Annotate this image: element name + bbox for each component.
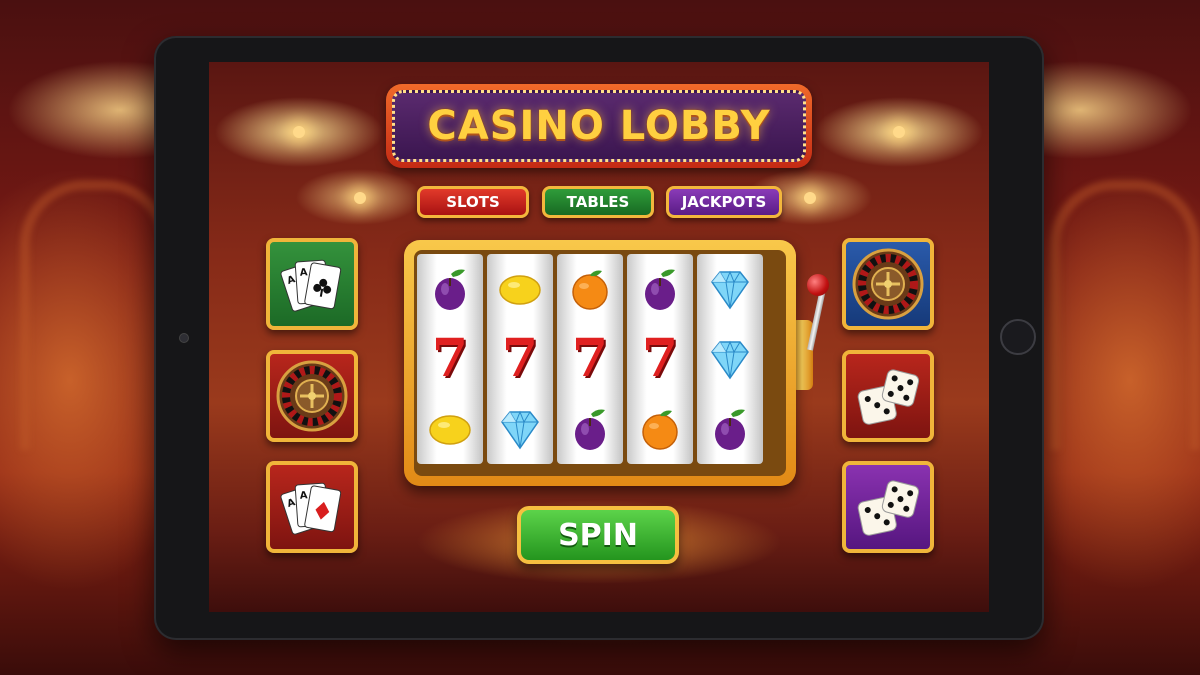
- diamond-icon: [711, 270, 749, 310]
- seven-icon: 7: [431, 328, 469, 389]
- lemon-icon: [429, 415, 471, 445]
- plum-icon: [715, 409, 745, 450]
- game-tile-dice-red[interactable]: [842, 350, 934, 442]
- seven-icon: 7: [501, 328, 539, 389]
- seven-icon: 7: [641, 328, 679, 389]
- reel-symbol-plum: [627, 254, 693, 324]
- lever-knob[interactable]: [807, 274, 829, 296]
- ceiling-lamp: [893, 126, 905, 138]
- reel-symbol-diamond: [697, 254, 763, 324]
- game-tile-card-diamonds[interactable]: A A: [266, 461, 358, 553]
- seven-icon: 7: [571, 328, 609, 389]
- reel-2: 7: [487, 254, 553, 464]
- plum-icon: [575, 409, 605, 450]
- tab-slots[interactable]: SLOTS: [417, 186, 529, 218]
- game-tile-card-clubs[interactable]: A A: [266, 238, 358, 330]
- svg-text:A: A: [299, 267, 308, 279]
- reel-symbol-seven: 7: [627, 324, 693, 394]
- svg-text:A: A: [299, 490, 308, 502]
- reel-symbol-orange: [627, 394, 693, 464]
- diamond-icon: [501, 410, 539, 450]
- cards-diamonds-icon: A A: [280, 482, 342, 535]
- page-title: CASINO LOBBY: [427, 103, 771, 149]
- dice-icon: [857, 369, 920, 425]
- slot-machine: 7 7 7 7: [404, 240, 796, 486]
- marquee-panel: CASINO LOBBY: [392, 90, 806, 162]
- tab-tables[interactable]: TABLES: [542, 186, 654, 218]
- reel-symbol-seven: 7: [557, 324, 623, 394]
- game-tile-roulette[interactable]: [266, 350, 358, 442]
- orange-icon: [572, 270, 608, 310]
- background-arch-right: [1050, 180, 1200, 450]
- reel-symbol-diamond: [487, 394, 553, 464]
- dice-icon: [857, 480, 920, 536]
- reel-4: 7: [627, 254, 693, 464]
- background-arch-left: [20, 180, 170, 450]
- reel-symbol-orange: [557, 254, 623, 324]
- reel-symbol-lemon: [487, 254, 553, 324]
- roulette-wheel-icon: [276, 360, 348, 432]
- reel-symbol-seven: 7: [487, 324, 553, 394]
- game-tile-roulette-blue[interactable]: [842, 238, 934, 330]
- tablet-camera: [179, 333, 189, 343]
- reel-symbol-plum: [557, 394, 623, 464]
- reel-symbol-plum: [417, 254, 483, 324]
- orange-icon: [642, 410, 678, 450]
- spin-button[interactable]: SPIN: [517, 506, 679, 564]
- reel-symbol-plum: [697, 394, 763, 464]
- diamond-icon: [711, 340, 749, 380]
- reel-3: 7: [557, 254, 623, 464]
- reel-symbol-lemon: [417, 394, 483, 464]
- cards-clubs-icon: A A: [280, 259, 342, 312]
- roulette-wheel-icon: [852, 248, 924, 320]
- reels-window: 7 7 7 7: [414, 250, 786, 476]
- game-tile-dice-purple[interactable]: [842, 461, 934, 553]
- reel-symbol-diamond: [697, 324, 763, 394]
- ceiling-lamp: [293, 126, 305, 138]
- game-screen: CASINO LOBBY SLOTS TABLES JACKPOTS A A A…: [209, 62, 989, 612]
- reel-1: 7: [417, 254, 483, 464]
- lobby-marquee: CASINO LOBBY: [386, 84, 812, 168]
- category-tabs: SLOTS TABLES JACKPOTS: [209, 186, 989, 220]
- lemon-icon: [499, 275, 541, 305]
- tablet-home-button[interactable]: [1000, 319, 1036, 355]
- plum-icon: [435, 269, 465, 310]
- reel-symbol-seven: 7: [417, 324, 483, 394]
- plum-icon: [645, 269, 675, 310]
- reel-5: [697, 254, 763, 464]
- tab-jackpots[interactable]: JACKPOTS: [666, 186, 782, 218]
